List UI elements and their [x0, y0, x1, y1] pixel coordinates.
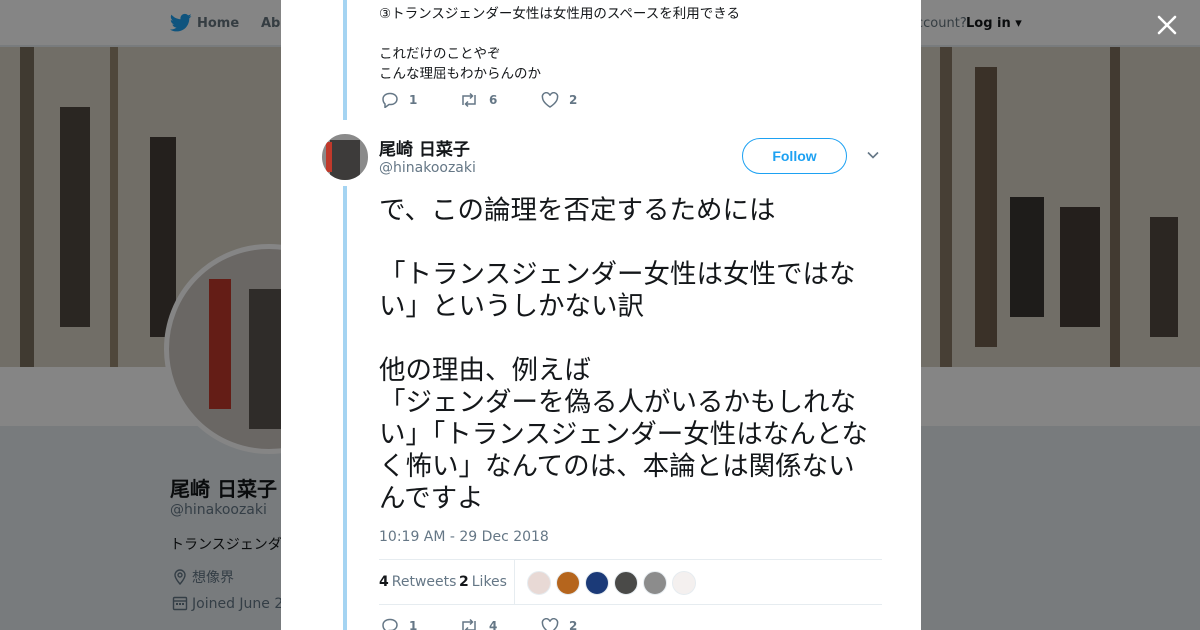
retweets-stat-label[interactable]: Retweets: [392, 574, 457, 590]
previous-tweet-text: ③トランスジェンダー女性は女性用のスペースを利用できる これだけのことやぞ こん…: [379, 6, 740, 82]
reply-icon: [382, 618, 398, 630]
thread-connector-line: [343, 186, 347, 630]
tweet-author-name[interactable]: 尾崎 日菜子: [379, 135, 470, 160]
like-button[interactable]: 2: [541, 92, 577, 108]
like-icon: [541, 618, 559, 630]
stats-divider: [514, 560, 515, 605]
like-count: 2: [569, 619, 578, 630]
close-icon[interactable]: [1154, 12, 1180, 38]
reply-button[interactable]: 1: [381, 618, 417, 630]
retweet-count: 4: [489, 619, 498, 630]
tweet-stats: 4 Retweets 2 Likes: [379, 559, 882, 605]
likes-stat-count[interactable]: 2: [459, 574, 469, 590]
reply-button[interactable]: 1: [381, 92, 417, 108]
liker-avatar[interactable]: [527, 571, 551, 595]
tweet-text: で、この論理を否定するためには 「トランスジェンダー女性は女性ではない」というし…: [379, 195, 868, 514]
like-button[interactable]: 2: [541, 618, 577, 630]
avatar-figures: [330, 140, 360, 180]
reply-count: 1: [409, 619, 418, 630]
like-count: 2: [569, 93, 578, 107]
tweet-timestamp[interactable]: 10:19 AM - 29 Dec 2018: [379, 529, 549, 545]
like-icon: [541, 92, 559, 108]
thread-connector-line: [343, 0, 347, 120]
liker-avatar[interactable]: [614, 571, 638, 595]
retweets-stat[interactable]: 4 Retweets: [379, 574, 456, 590]
liker-avatars: [527, 571, 701, 595]
retweet-icon: [462, 618, 476, 630]
avatar-red-lettering: [326, 142, 332, 172]
follow-button[interactable]: Follow: [742, 138, 847, 174]
liker-avatar[interactable]: [585, 571, 609, 595]
retweet-count: 6: [489, 93, 498, 107]
retweet-button[interactable]: 4: [459, 618, 497, 630]
reply-icon: [382, 92, 398, 108]
liker-avatar[interactable]: [672, 571, 696, 595]
likes-stat[interactable]: 2 Likes: [459, 574, 507, 590]
tweet-permalink-modal: ③トランスジェンダー女性は女性用のスペースを利用できる これだけのことやぞ こん…: [281, 0, 921, 630]
chevron-down-icon[interactable]: [866, 148, 880, 162]
retweet-button[interactable]: 6: [459, 92, 497, 108]
liker-avatar[interactable]: [643, 571, 667, 595]
retweet-icon: [462, 92, 476, 108]
tweet-author-avatar[interactable]: [321, 133, 369, 181]
liker-avatar[interactable]: [556, 571, 580, 595]
tweet-author-handle[interactable]: @hinakoozaki: [379, 160, 476, 176]
likes-stat-label[interactable]: Likes: [472, 574, 507, 590]
reply-count: 1: [409, 93, 418, 107]
retweets-stat-count[interactable]: 4: [379, 574, 389, 590]
